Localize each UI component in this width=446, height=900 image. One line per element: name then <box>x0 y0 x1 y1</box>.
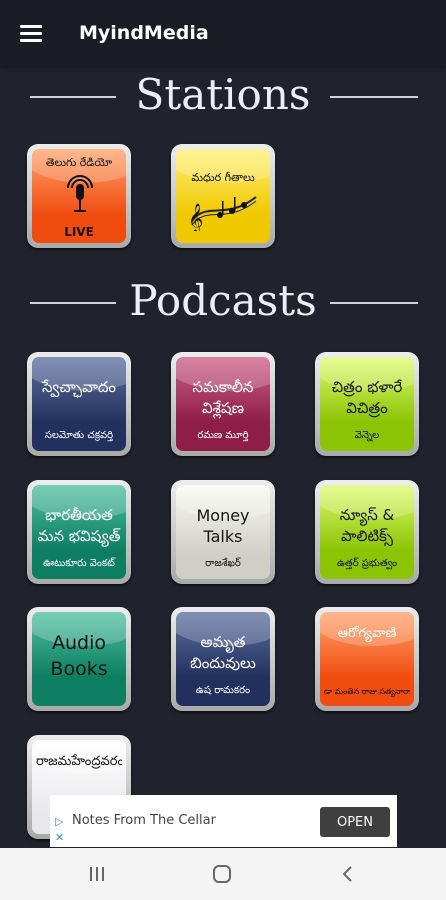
tile-subtitle: వెన్నెల <box>354 430 380 441</box>
podcast-tile-amrutha-binduvulu[interactable]: అమృత బిందువులు ఉష రామకరం <box>171 607 275 711</box>
tile-subtitle: ఊటుకూరు వెంకట్ <box>43 558 115 569</box>
microphone-broadcast-icon <box>67 175 93 212</box>
podcasts-title: Podcasts <box>129 276 317 325</box>
ad-banner[interactable]: ▷ ✕ Notes From The Cellar OPEN <box>50 795 397 847</box>
tile-subtitle: రమణ మూర్తి <box>197 430 249 441</box>
tile-title: చిత్రం భళారే విచిత్రం <box>331 378 403 417</box>
tile-title: Audio Books <box>50 632 108 680</box>
back-icon[interactable] <box>326 860 370 888</box>
app-title: MyindMedia <box>79 22 209 44</box>
station-tile-madhura-geethalu[interactable]: మధుర గీతాలు 𝄞 <box>171 144 275 248</box>
podcast-tile-bharateeyata[interactable]: భారతీయత మన భవిష్యత్ ఊటుకూరు వెంకట్ <box>27 480 131 584</box>
podcast-tile-news-politics[interactable]: న్యూస్ & పాలిటిక్స్ ఉత్తర్ ప్రభుత్వం <box>315 480 419 584</box>
tile-title: స్వేచ్ఛావాదం <box>41 378 117 396</box>
tile-title: భారతీయత మన భవిష్యత్ <box>37 506 121 545</box>
tile-subtitle: డా మంతెన రాజు సత్యనారాయణ <box>324 687 410 696</box>
stations-heading: Stations <box>0 66 446 126</box>
adchoices-icon[interactable]: ▷ <box>55 815 63 828</box>
tile-subtitle: LIVE <box>64 225 94 239</box>
tile-title: అమృత బిందువులు <box>190 633 256 672</box>
podcast-tile-chitram-bhalare-vichitram[interactable]: చిత్రం భళారే విచిత్రం వెన్నెల <box>315 352 419 456</box>
stations-title: Stations <box>135 70 311 119</box>
divider-right <box>330 302 418 304</box>
podcasts-heading: Podcasts <box>0 272 446 332</box>
podcast-tile-audio-books[interactable]: Audio Books <box>27 607 131 711</box>
podcast-tile-samakaleena-vishleshana[interactable]: సమకాలీన విశ్లేషణ రమణ మూర్తి <box>171 352 275 456</box>
recent-apps-icon[interactable] <box>75 860 119 888</box>
tile-subtitle: సలమోతు చక్రవర్తి <box>44 430 114 441</box>
home-icon[interactable] <box>200 860 244 888</box>
tile-title: సమకాలీన విశ్లేషణ <box>192 378 254 417</box>
tile-subtitle: ఉష రామకరం <box>195 685 251 696</box>
tile-title: Money Talks <box>196 506 250 546</box>
tile-title: తెలుగు రేడియో <box>45 156 113 169</box>
tile-subtitle: ఉత్తర్ ప్రభుత్వం <box>336 558 398 569</box>
app-bar: MyindMedia <box>0 0 446 66</box>
system-nav-bar <box>0 848 446 900</box>
tile-title: రాజమహేంద్రవరం <box>36 754 122 769</box>
podcast-tile-arogyavani[interactable]: ఆరోగ్యవాణి డా మంతెన రాజు సత్యనారాయణ <box>315 607 419 711</box>
tile-title: న్యూస్ & పాలిటిక్స్ <box>339 506 395 545</box>
station-tile-telugu-radio[interactable]: తెలుగు రేడియో LIVE <box>27 144 131 248</box>
divider-right <box>330 96 418 98</box>
hamburger-menu-icon[interactable] <box>20 25 42 43</box>
ad-text: Notes From The Cellar <box>72 813 216 828</box>
ad-open-button[interactable]: OPEN <box>320 807 390 837</box>
podcast-tile-swechchavadam[interactable]: స్వేచ్ఛావాదం సలమోతు చక్రవర్తి <box>27 352 131 456</box>
tile-title: ఆరోగ్యవాణి <box>337 626 397 641</box>
close-x-icon[interactable]: ✕ <box>55 831 64 844</box>
svg-text:𝄞: 𝄞 <box>188 203 203 231</box>
tile-title: మధుర గీతాలు <box>191 171 255 184</box>
music-notes-icon: 𝄞 <box>188 196 257 231</box>
podcast-tile-money-talks[interactable]: Money Talks రాజశేఖర్ <box>171 480 275 584</box>
tile-subtitle: రాజశేఖర్ <box>205 558 241 569</box>
